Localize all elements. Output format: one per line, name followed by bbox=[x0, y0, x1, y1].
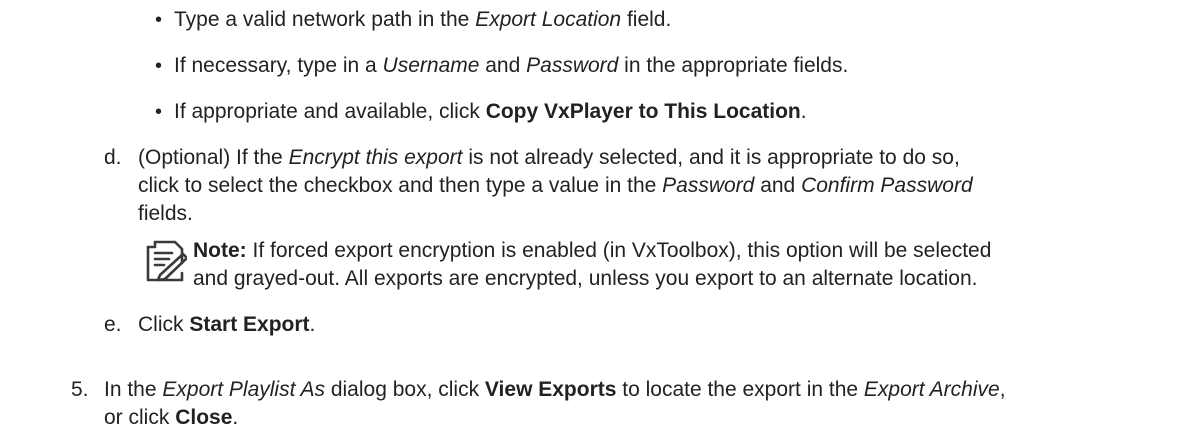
step-d-line-3: fields. bbox=[138, 202, 193, 225]
bullet-item-copy-vxplayer: If appropriate and available, click Copy… bbox=[174, 100, 807, 123]
step-marker-e: e. bbox=[104, 313, 122, 336]
step-5-line-2: or click Close. bbox=[104, 406, 239, 429]
step-marker-5: 5. bbox=[71, 378, 89, 401]
step-marker-d: d. bbox=[104, 146, 122, 169]
note-line-2: and grayed-out. All exports are encrypte… bbox=[193, 267, 978, 290]
bullet-dot: • bbox=[155, 55, 163, 77]
bullet-dot: • bbox=[155, 9, 163, 31]
bullet-dot: • bbox=[155, 101, 163, 123]
step-d-line-2: click to select the checkbox and then ty… bbox=[138, 174, 973, 197]
bullet-item-credentials: If necessary, type in a Username and Pas… bbox=[174, 54, 849, 77]
step-d-line-1: (Optional) If the Encrypt this export is… bbox=[138, 146, 960, 169]
note-icon bbox=[146, 240, 187, 282]
bullet-item-export-location: Type a valid network path in the Export … bbox=[174, 8, 672, 31]
note-line-1: Note: If forced export encryption is ena… bbox=[193, 239, 992, 262]
step-5-line-1: In the Export Playlist As dialog box, cl… bbox=[104, 378, 1006, 401]
step-e-line: Click Start Export. bbox=[138, 313, 316, 336]
